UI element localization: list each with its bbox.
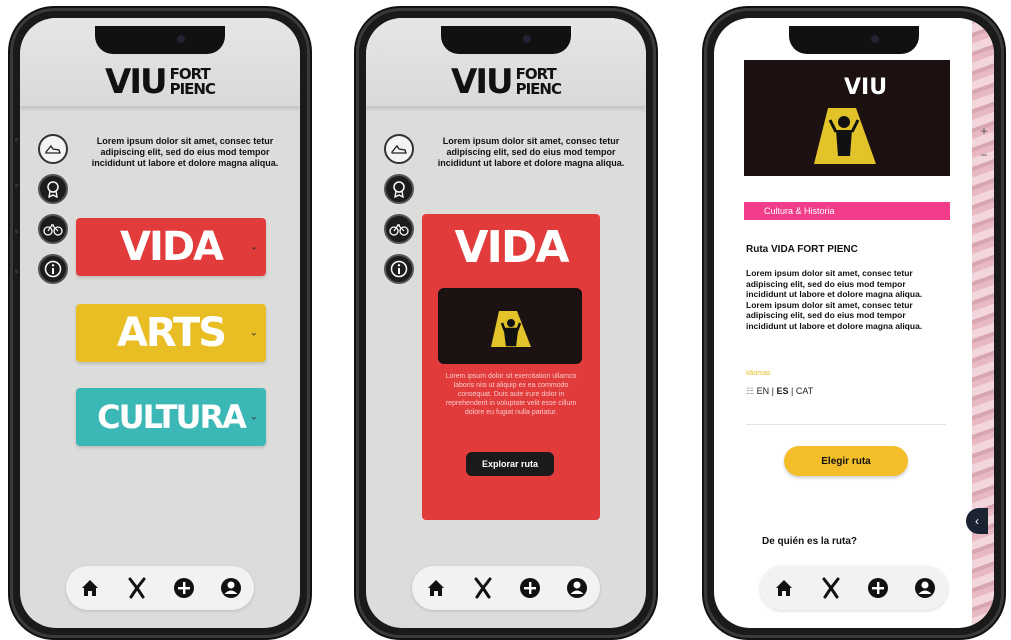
filter-icons <box>38 134 68 284</box>
bottom-nav <box>66 566 254 610</box>
chevron-down-icon: ⌄ <box>249 411 258 423</box>
filter-icons <box>384 134 414 284</box>
info-icon[interactable] <box>38 254 68 284</box>
chevron-down-icon: ⌄ <box>249 241 258 253</box>
notch <box>95 26 225 54</box>
route-description: Lorem ipsum dolor sit amet, consec tetur… <box>746 268 923 331</box>
route-title: Ruta VIDA FORT PIENC <box>746 244 858 255</box>
category-vida[interactable]: VIDA ⌄ <box>76 218 266 276</box>
add-icon[interactable] <box>518 576 542 600</box>
category-arts[interactable]: ARTS ⌄ <box>76 304 266 362</box>
profile-icon[interactable] <box>913 576 937 600</box>
medal-icon[interactable] <box>384 174 414 204</box>
bottom-nav <box>412 566 600 610</box>
add-icon[interactable] <box>866 576 890 600</box>
explore-route-button[interactable]: Explorar ruta <box>466 452 554 476</box>
route-detail-screen: + − VIU Cultura & Historia Ruta VIDA FOR… <box>714 18 994 628</box>
zoom-out-button[interactable]: − <box>976 148 992 164</box>
lang-cat[interactable]: CAT <box>796 386 813 396</box>
divider <box>746 424 946 425</box>
phone-home: VIU FORT PIENC Lorem ipsum dolor sit amet… <box>10 8 310 638</box>
choose-route-button[interactable]: Elegir ruta <box>784 446 908 476</box>
map-background[interactable] <box>972 18 994 628</box>
category-cultura[interactable]: CULTURA ⌄ <box>76 388 266 446</box>
category-card-vida: VIDA Lorem ipsum dolor sit exercitation … <box>422 214 600 520</box>
route-thumbnail <box>438 288 582 364</box>
map-icon[interactable] <box>819 576 843 600</box>
profile-icon[interactable] <box>565 576 589 600</box>
home-icon[interactable] <box>424 576 448 600</box>
app-logo: VIU FORT PIENC <box>105 62 216 102</box>
intro-text: Lorem ipsum dolor sit amet, consec tetur… <box>437 136 625 168</box>
profile-icon[interactable] <box>219 576 243 600</box>
route-hero-image: VIU <box>744 60 950 176</box>
category-screen: VIU FORT PIENC Lorem ipsum dolor sit amet… <box>366 18 646 628</box>
translate-icon: ☷ <box>746 386 755 396</box>
app-logo: VIU FORT PIENC <box>451 62 562 102</box>
lang-es[interactable]: ES <box>776 386 788 396</box>
phone-route-detail: + − VIU Cultura & Historia Ruta VIDA FOR… <box>704 8 1004 638</box>
home-icon[interactable] <box>78 576 102 600</box>
languages-label: Idiomas <box>746 370 771 377</box>
phone-category: VIU FORT PIENC Lorem ipsum dolor sit amet… <box>356 8 656 638</box>
card-title: VIDA <box>454 222 570 273</box>
lang-en[interactable]: EN <box>757 386 770 396</box>
notch <box>789 26 919 54</box>
chevron-left-icon[interactable]: ‹ <box>966 508 988 534</box>
intro-text: Lorem ipsum dolor sit amet, consec tetur… <box>91 136 279 168</box>
svg-text:VIU: VIU <box>844 75 887 100</box>
language-selector: ☷ EN | ES | CAT <box>746 386 814 396</box>
info-icon[interactable] <box>384 254 414 284</box>
route-owner-heading: De quién es la ruta? <box>762 536 858 547</box>
bottom-nav <box>760 566 948 610</box>
card-description: Lorem ipsum dolor sit exercitation ullam… <box>445 373 577 416</box>
medal-icon[interactable] <box>38 174 68 204</box>
shoe-icon[interactable] <box>384 134 414 164</box>
shoe-icon[interactable] <box>38 134 68 164</box>
zoom-in-button[interactable]: + <box>976 124 992 140</box>
home-screen: VIU FORT PIENC Lorem ipsum dolor sit amet… <box>20 18 300 628</box>
chevron-down-icon: ⌄ <box>249 327 258 339</box>
bicycle-icon[interactable] <box>38 214 68 244</box>
map-icon[interactable] <box>471 576 495 600</box>
home-icon[interactable] <box>772 576 796 600</box>
bicycle-icon[interactable] <box>384 214 414 244</box>
category-tag: Cultura & Historia <box>744 202 950 220</box>
map-icon[interactable] <box>125 576 149 600</box>
add-icon[interactable] <box>172 576 196 600</box>
notch <box>441 26 571 54</box>
